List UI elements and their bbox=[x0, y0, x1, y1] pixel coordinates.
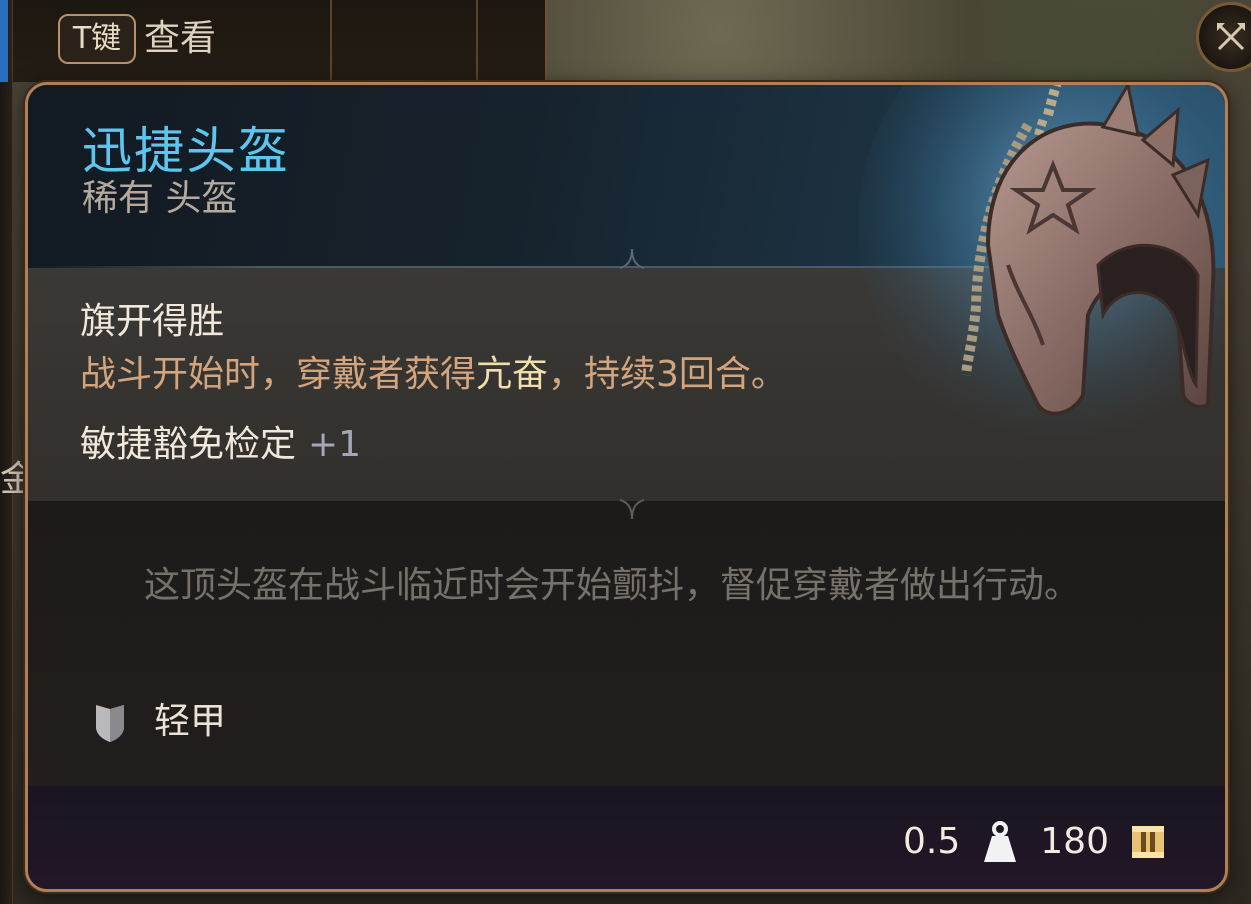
item-value: 180 bbox=[1040, 821, 1109, 862]
weight-icon bbox=[984, 821, 1017, 862]
item-name: 迅捷头盔 bbox=[82, 122, 290, 180]
item-stats: 0.5 180 bbox=[903, 817, 1165, 867]
condition-keyword[interactable]: 亢奋 bbox=[476, 354, 548, 395]
passive-name: 旗开得胜 bbox=[80, 301, 225, 342]
inspect-keybind-hint[interactable]: T键 查看 bbox=[58, 12, 216, 66]
hud-left-edge bbox=[0, 0, 13, 904]
passive-description: 战斗开始时，穿戴者获得亢奋，持续3回合。 bbox=[80, 351, 787, 399]
armor-type: 轻甲 bbox=[94, 698, 226, 746]
divider-notch-icon bbox=[620, 248, 644, 269]
item-tooltip: 迅捷头盔 稀有 头盔 旗开得胜 战斗开始时，穿戴者获得亢奋，持续3回合。 敏捷豁… bbox=[25, 82, 1228, 892]
item-rarity-type: 稀有 头盔 bbox=[82, 178, 238, 219]
selection-highlight bbox=[0, 0, 8, 82]
partial-panel-label: 金 bbox=[0, 459, 26, 500]
keycap-t: T键 bbox=[58, 14, 136, 64]
hud-divider bbox=[330, 0, 332, 82]
keybind-action-label: 查看 bbox=[144, 18, 217, 59]
passive-desc-text: 战斗开始时，穿戴者获得 bbox=[80, 354, 477, 395]
gold-coin-icon bbox=[1132, 826, 1164, 858]
saving-throw-value: +1 bbox=[308, 424, 362, 465]
saving-throw-label: 敏捷豁免检定 bbox=[80, 424, 297, 465]
divider-notch-icon bbox=[620, 499, 644, 520]
armor-type-label: 轻甲 bbox=[154, 701, 227, 742]
hud-divider bbox=[476, 0, 478, 82]
helmet-icon bbox=[858, 85, 1225, 445]
item-weight: 0.5 bbox=[903, 821, 961, 862]
saving-throw-bonus: 敏捷豁免检定 +1 bbox=[80, 421, 361, 469]
shield-icon bbox=[96, 705, 124, 742]
passive-desc-text: ，持续3回合。 bbox=[548, 354, 787, 395]
flavor-text: 这顶头盔在战斗临近时会开始颤抖，督促穿戴者做出行动。 bbox=[144, 565, 1081, 606]
